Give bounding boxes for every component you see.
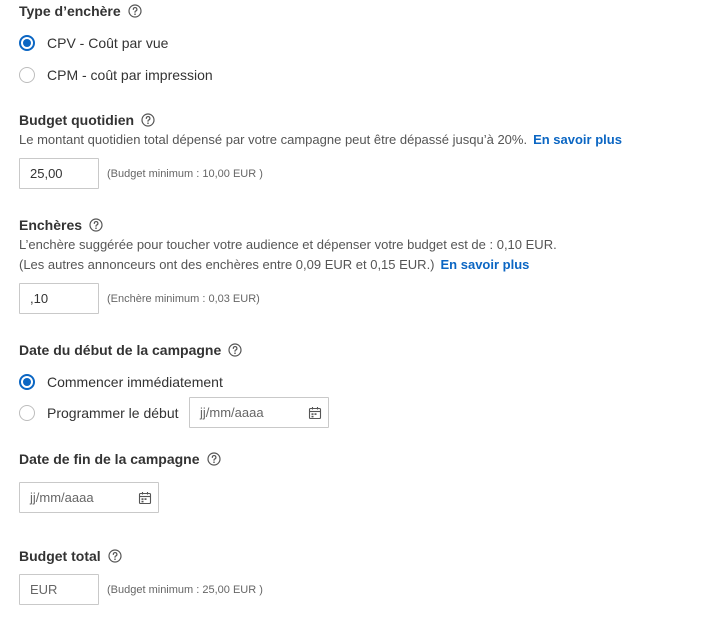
calendar-icon[interactable] bbox=[308, 406, 322, 420]
total-budget-input[interactable]: EUR bbox=[19, 574, 99, 605]
daily-budget-hint: (Budget minimum : 10,00 EUR ) bbox=[107, 168, 263, 180]
help-circle-icon[interactable] bbox=[108, 549, 122, 563]
radio-label-cpm: CPM - coût par impression bbox=[47, 67, 213, 83]
bids-heading: Enchères bbox=[19, 215, 103, 235]
help-circle-icon[interactable] bbox=[128, 4, 142, 18]
total-budget-hint: (Budget minimum : 25,00 EUR ) bbox=[107, 584, 263, 596]
bid-input-value: ,10 bbox=[30, 291, 49, 306]
radio-option-cpv[interactable]: CPV - Coût par vue bbox=[19, 33, 168, 53]
radio-label-schedule-start: Programmer le début bbox=[47, 405, 179, 421]
bid-hint: (Enchère minimum : 0,03 EUR) bbox=[107, 293, 260, 305]
daily-budget-input[interactable]: 25,00 bbox=[19, 158, 99, 189]
bid-input[interactable]: ,10 bbox=[19, 283, 99, 314]
radio-button-cpm[interactable] bbox=[19, 67, 35, 83]
help-circle-icon[interactable] bbox=[228, 343, 242, 357]
end-date-heading: Date de fin de la campagne bbox=[19, 449, 221, 469]
daily-budget-description-text: Le montant quotidien total dépensé par v… bbox=[19, 132, 528, 147]
start-date-input[interactable]: jj/mm/aaaa bbox=[189, 397, 329, 428]
radio-label-cpv: CPV - Coût par vue bbox=[47, 35, 169, 51]
bids-description-line2: (Les autres annonceurs ont des enchères … bbox=[19, 255, 529, 275]
help-circle-icon[interactable] bbox=[206, 452, 221, 466]
daily-budget-input-value: 25,00 bbox=[30, 166, 63, 181]
bids-description-line2-text: (Les autres annonceurs ont des enchères … bbox=[19, 257, 435, 272]
start-date-placeholder: jj/mm/aaaa bbox=[200, 405, 264, 420]
total-budget-heading: Budget total bbox=[19, 546, 122, 566]
radio-option-start-now[interactable]: Commencer immédiatement bbox=[19, 372, 223, 392]
bids-description-line1: L’enchère suggérée pour toucher votre au… bbox=[19, 237, 557, 252]
daily-budget-heading: Budget quotidien bbox=[19, 110, 155, 130]
bid-type-heading: Type d’enchère bbox=[19, 1, 142, 21]
radio-button-start-now[interactable] bbox=[19, 374, 35, 390]
calendar-icon[interactable] bbox=[138, 491, 152, 505]
end-date-title: Date de fin de la campagne bbox=[19, 451, 200, 467]
radio-button-schedule-start[interactable] bbox=[19, 405, 35, 421]
help-circle-icon[interactable] bbox=[141, 113, 155, 127]
end-date-input[interactable]: jj/mm/aaaa bbox=[19, 482, 159, 513]
help-circle-icon[interactable] bbox=[89, 218, 103, 232]
daily-budget-learn-more-link[interactable]: En savoir plus bbox=[533, 132, 622, 147]
start-date-heading: Date du début de la campagne bbox=[19, 340, 242, 360]
radio-label-start-now: Commencer immédiatement bbox=[47, 374, 223, 390]
end-date-placeholder: jj/mm/aaaa bbox=[30, 490, 94, 505]
total-budget-placeholder: EUR bbox=[30, 582, 58, 597]
bids-learn-more-link[interactable]: En savoir plus bbox=[441, 257, 530, 272]
radio-button-cpv[interactable] bbox=[19, 35, 35, 51]
bid-type-title: Type d’enchère bbox=[19, 3, 121, 19]
total-budget-title: Budget total bbox=[19, 548, 101, 564]
start-date-title: Date du début de la campagne bbox=[19, 342, 222, 358]
bids-title: Enchères bbox=[19, 217, 83, 233]
daily-budget-title: Budget quotidien bbox=[19, 112, 135, 128]
radio-option-schedule-start[interactable]: Programmer le début bbox=[19, 403, 179, 423]
daily-budget-description: Le montant quotidien total dépensé par v… bbox=[19, 130, 622, 150]
radio-option-cpm[interactable]: CPM - coût par impression bbox=[19, 65, 213, 85]
